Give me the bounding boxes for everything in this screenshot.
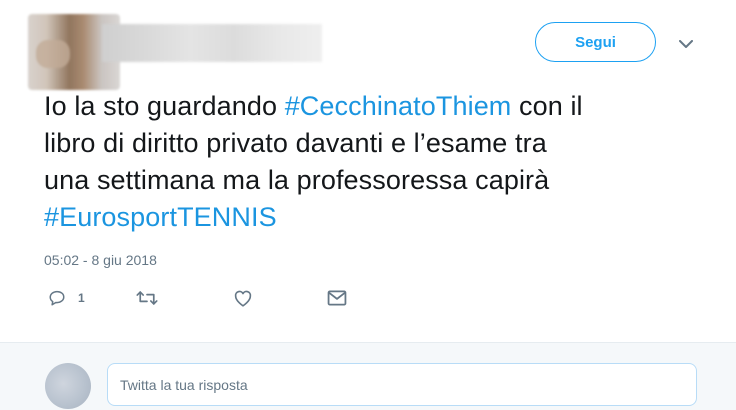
tweet-text-segment: una settimana ma la professoressa capirà <box>44 165 550 195</box>
reply-input[interactable]: Twitta la tua risposta <box>107 363 697 406</box>
tweet-text-line: una settimana ma la professoressa capirà <box>44 162 714 199</box>
retweet-icon <box>136 289 158 307</box>
retweet-button[interactable] <box>136 286 158 310</box>
tweet-text-segment: libro di diritto privato davanti e l’esa… <box>44 128 547 158</box>
tweet-text-line: #EurosportTENNIS <box>44 199 714 236</box>
hashtag-link[interactable]: #CecchinatoThiem <box>285 91 512 121</box>
tweet-text-line: Io la sto guardando #CecchinatoThiem con… <box>44 88 714 125</box>
reply-composer: Twitta la tua risposta <box>0 342 736 410</box>
tweet-actions: 1 <box>44 286 364 310</box>
tweet-timestamp[interactable]: 05:02 - 8 giu 2018 <box>44 252 157 268</box>
envelope-icon <box>327 290 347 306</box>
follow-button-label: Segui <box>575 33 616 51</box>
reply-count: 1 <box>78 291 85 305</box>
chevron-down-icon[interactable] <box>678 36 694 52</box>
reply-button[interactable]: 1 <box>48 286 85 310</box>
like-button[interactable] <box>233 286 253 310</box>
reply-input-placeholder: Twitta la tua risposta <box>120 376 248 393</box>
author-name-redacted[interactable] <box>102 24 322 62</box>
tweet-author-header[interactable] <box>22 12 322 90</box>
tweet-text: Io la sto guardando #CecchinatoThiem con… <box>44 88 714 236</box>
tweet-text-line: libro di diritto privato davanti e l’esa… <box>44 125 714 162</box>
tweet-text-segment: con il <box>511 91 583 121</box>
tweet-text-segment: Io la sto guardando <box>44 91 285 121</box>
message-button[interactable] <box>327 286 347 310</box>
reply-icon <box>48 289 66 307</box>
hashtag-link[interactable]: #EurosportTENNIS <box>44 202 277 232</box>
heart-icon <box>233 289 253 307</box>
current-user-avatar <box>45 363 91 409</box>
follow-button[interactable]: Segui <box>535 22 656 62</box>
tweet-card: Segui Io la sto guardando #CecchinatoThi… <box>0 0 736 342</box>
